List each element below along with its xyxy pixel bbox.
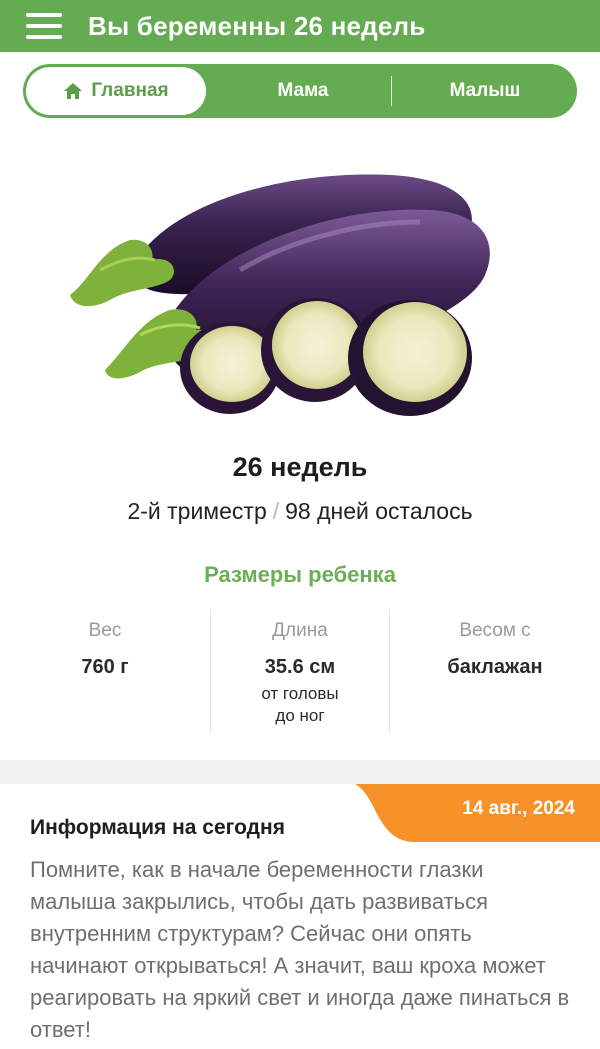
page-title: Вы беременны 26 недель xyxy=(88,10,426,41)
length-value: 35.6 см xyxy=(264,656,336,678)
tabs-container: Главная Мама Малыш xyxy=(0,52,600,130)
metric-length: Длина 35.6 см от головы до ног xyxy=(210,610,390,727)
compare-value: баклажан xyxy=(447,656,543,678)
date-badge: 14 авг., 2024 xyxy=(462,798,575,819)
info-text: Помните, как в начале беременности глазк… xyxy=(30,857,570,1042)
days-left-label: 98 дней осталось xyxy=(285,498,473,524)
compare-label: Весом с xyxy=(459,620,531,641)
trimester-line: 2-й триместр/98 дней осталось xyxy=(0,498,600,525)
metric-divider xyxy=(389,610,390,732)
info-title: Информация на сегодня xyxy=(30,816,285,839)
metric-weight: Вес 760 г xyxy=(15,610,195,679)
trimester-separator: / xyxy=(272,498,280,524)
tab-mama-label: Мама xyxy=(277,80,329,101)
length-sub-1: от головы xyxy=(261,684,339,703)
tab-divider xyxy=(391,76,392,106)
tab-baby-label: Малыш xyxy=(449,80,521,101)
weeks-heading: 26 недель xyxy=(232,452,368,482)
length-sub-2: до ног xyxy=(275,706,325,725)
baby-sizes-title: Размеры ребенка xyxy=(204,562,396,587)
weight-label: Вес xyxy=(88,620,122,641)
tab-home[interactable]: Главная xyxy=(26,67,206,115)
tab-mama[interactable]: Мама xyxy=(213,64,393,118)
metric-compare: Весом с баклажан xyxy=(405,610,585,679)
tab-home-label: Главная xyxy=(91,80,169,101)
baby-metrics: Вес 760 г Длина 35.6 см от головы до ног… xyxy=(0,610,600,732)
home-icon xyxy=(64,83,83,99)
eggplant-illustration xyxy=(70,174,490,416)
tab-baby[interactable]: Малыш xyxy=(395,64,575,118)
daily-info-card: 14 авг., 2024 Информация на сегодня Помн… xyxy=(0,784,600,1049)
trimester-label: 2-й триместр xyxy=(127,498,267,524)
length-label: Длина xyxy=(272,620,328,641)
top-app-bar: Вы беременны 26 недель xyxy=(0,0,600,52)
hamburger-menu-icon[interactable] xyxy=(26,13,62,39)
week-card: 26 недель 2-й триместр/98 дней осталось … xyxy=(0,130,600,760)
weight-value: 760 г xyxy=(81,656,129,678)
segmented-tabs: Главная Мама Малыш xyxy=(23,64,577,118)
